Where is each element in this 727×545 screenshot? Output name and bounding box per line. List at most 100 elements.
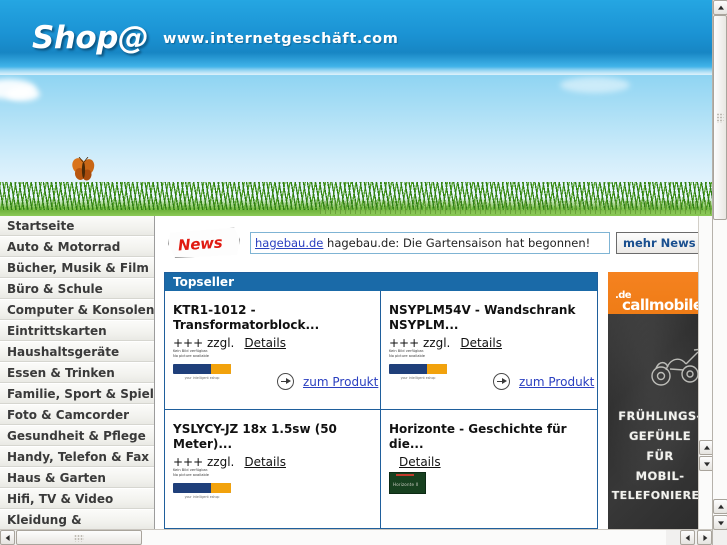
- news-source-link[interactable]: hagebau.de: [255, 236, 323, 250]
- product-title[interactable]: YSLYCY-JZ 18x 1.5sw (50 Meter)...: [173, 422, 372, 452]
- product-price: Details: [389, 455, 589, 469]
- vscroll-down-button-a[interactable]: [713, 499, 727, 514]
- ad-line-1: FRÜHLINGS-: [618, 409, 702, 423]
- hscroll-left-button[interactable]: [0, 530, 15, 545]
- ad-line-3: FÜR: [646, 449, 674, 463]
- news-badge: News: [168, 227, 240, 258]
- product-title[interactable]: KTR1-1012 - Transformatorblock...: [173, 303, 372, 333]
- site-url: www.internetgeschäft.com: [163, 31, 399, 47]
- product-details-link[interactable]: Details: [399, 455, 441, 469]
- hscroll-right-button[interactable]: [680, 530, 695, 545]
- sidebar-item-handy-telefon-fax[interactable]: Handy, Telefon & Fax: [0, 447, 154, 468]
- sidebar-item-auto-motorrad[interactable]: Auto & Motorrad: [0, 237, 154, 258]
- category-sidebar: Startseite Auto & Motorrad Bücher, Musik…: [0, 216, 155, 529]
- vscroll-down-button[interactable]: [713, 515, 727, 530]
- hscroll-grip: [74, 534, 84, 541]
- grass-decoration-thin: [320, 201, 712, 214]
- chevron-left-icon: [685, 534, 690, 541]
- placeholder-text-en: No picture available: [389, 354, 425, 358]
- product-card[interactable]: KTR1-1012 - Transformatorblock... +++ zz…: [165, 291, 381, 410]
- product-price: +++ zzgl. Details: [173, 336, 372, 350]
- product-card[interactable]: NSYPLM54V - Wandschrank NSYPLM... +++ zz…: [381, 291, 597, 410]
- product-thumbnail: Horizonte II: [389, 472, 426, 494]
- chevron-down-icon: [717, 520, 724, 525]
- placeholder-brand-sub: your intelligent eshop: [184, 495, 220, 499]
- placeholder-text-en: No picture available: [173, 354, 209, 358]
- product-link-wrap[interactable]: zum Produkt: [277, 373, 378, 390]
- content-scroll-down-button[interactable]: [699, 456, 712, 471]
- ad-body: FRÜHLINGS- GEFÜHLE FÜR MOBIL- TELEFONIER…: [608, 314, 712, 529]
- ad-brand-text: callmobile: [622, 296, 703, 314]
- page-root: Shop@ www.internetgeschäft.com Startseit…: [0, 0, 727, 545]
- product-card[interactable]: YSLYCY-JZ 18x 1.5sw (50 Meter)... +++ zz…: [165, 410, 381, 529]
- product-image-placeholder: Kein Bild verfügbar. No picture availabl…: [173, 468, 233, 504]
- vscroll-up-button[interactable]: [713, 0, 727, 15]
- sidebar-item-haus-garten[interactable]: Haus & Garten: [0, 468, 154, 489]
- product-image-placeholder: Kein Bild verfügbar. No picture availabl…: [389, 349, 449, 385]
- news-badge-label: News: [177, 233, 223, 255]
- arrow-circle-right-icon: [277, 373, 294, 390]
- product-title[interactable]: NSYPLM54V - Wandschrank NSYPLM...: [389, 303, 589, 333]
- placeholder-brand-logo: [389, 364, 447, 374]
- ad-brand-header: callmobile .de: [608, 272, 712, 314]
- placeholder-brand-sub: your intelligent eshop: [400, 376, 436, 380]
- sidebar-item-computer-konsolen[interactable]: Computer & Konsolen: [0, 300, 154, 321]
- browser-viewport: Shop@ www.internetgeschäft.com Startseit…: [0, 0, 712, 545]
- product-image-placeholder: Kein Bild verfügbar. No picture availabl…: [173, 349, 233, 385]
- cloud-decoration: [560, 77, 630, 93]
- advertisement-banner[interactable]: callmobile .de FRÜHLINGS- GEFÜHLE FÜR MO…: [608, 272, 712, 529]
- hscroll-right-button-2[interactable]: [697, 530, 712, 545]
- product-price-value: +++ zzgl.: [389, 336, 451, 350]
- product-title[interactable]: Horizonte - Geschichte für die...: [389, 422, 589, 452]
- product-price-value: +++ zzgl.: [173, 336, 235, 350]
- hscroll-thumb[interactable]: [16, 530, 142, 545]
- ad-line-5: TELEFONIERER: [611, 489, 709, 502]
- topseller-grid: KTR1-1012 - Transformatorblock... +++ zz…: [165, 291, 597, 529]
- chevron-up-icon: [717, 5, 724, 10]
- sidebar-item-foto-camcorder[interactable]: Foto & Camcorder: [0, 405, 154, 426]
- sidebar-item-essen-trinken[interactable]: Essen & Trinken: [0, 363, 154, 384]
- news-message: hagebau.de hagebau.de: Die Gartensaison …: [250, 232, 610, 254]
- ad-line-4: MOBIL-: [635, 469, 685, 483]
- product-card[interactable]: Horizonte - Geschichte für die... Detail…: [381, 410, 597, 529]
- topseller-panel: Topseller KTR1-1012 - Transformatorblock…: [164, 272, 598, 529]
- product-link-wrap[interactable]: zum Produkt: [493, 373, 594, 390]
- content-vertical-scrollbar[interactable]: [698, 216, 712, 529]
- vscroll-thumb[interactable]: [713, 15, 727, 220]
- butterfly-icon: [72, 157, 95, 181]
- product-details-link[interactable]: Details: [460, 336, 502, 350]
- product-details-link[interactable]: Details: [244, 336, 286, 350]
- chevron-left-icon: [5, 534, 10, 541]
- browser-vertical-scrollbar[interactable]: [712, 0, 727, 545]
- content-scroll-up-button[interactable]: [699, 440, 712, 455]
- sidebar-item-eintrittskarten[interactable]: Eintrittskarten: [0, 321, 154, 342]
- main-content: News hagebau.de hagebau.de: Die Gartensa…: [156, 216, 712, 529]
- news-headline: hagebau.de: Die Gartensaison hat begonne…: [323, 236, 591, 250]
- topseller-heading: Topseller: [165, 273, 597, 291]
- chevron-right-icon: [702, 534, 707, 541]
- placeholder-brand-logo: [173, 483, 231, 493]
- zum-produkt-link[interactable]: zum Produkt: [303, 375, 378, 389]
- sidebar-item-buero-schule[interactable]: Büro & Schule: [0, 279, 154, 300]
- sidebar-item-gesundheit-pflege[interactable]: Gesundheit & Pflege: [0, 426, 154, 447]
- book-cover-label: Horizonte II: [393, 482, 419, 487]
- vscroll-grip: [716, 112, 724, 123]
- sidebar-item-kleidung[interactable]: Kleidung &: [0, 510, 154, 529]
- news-ticker: News hagebau.de hagebau.de: Die Gartensa…: [168, 227, 712, 261]
- product-price: +++ zzgl. Details: [173, 455, 372, 469]
- chevron-up-icon: [717, 504, 724, 509]
- sidebar-item-familie-sport-spiel[interactable]: Familie, Sport & Spiel: [0, 384, 154, 405]
- product-details-link[interactable]: Details: [244, 455, 286, 469]
- sidebar-item-haushaltsgeraete[interactable]: Haushaltsgeräte: [0, 342, 154, 363]
- sidebar-item-hifi-tv-video[interactable]: Hifi, TV & Video: [0, 489, 154, 510]
- cloud-decoration: [6, 87, 40, 101]
- site-header: Shop@ www.internetgeschäft.com: [0, 0, 712, 75]
- ad-line-2: GEFÜHLE: [628, 429, 692, 443]
- product-price-value: +++ zzgl.: [173, 455, 235, 469]
- site-logo[interactable]: Shop@: [32, 20, 149, 56]
- page-horizontal-scrollbar[interactable]: [0, 529, 712, 545]
- sidebar-item-buecher-musik-film[interactable]: Bücher, Musik & Film: [0, 258, 154, 279]
- sidebar-item-startseite[interactable]: Startseite: [0, 216, 154, 237]
- zum-produkt-link[interactable]: zum Produkt: [519, 375, 594, 389]
- placeholder-brand-logo: [173, 364, 231, 374]
